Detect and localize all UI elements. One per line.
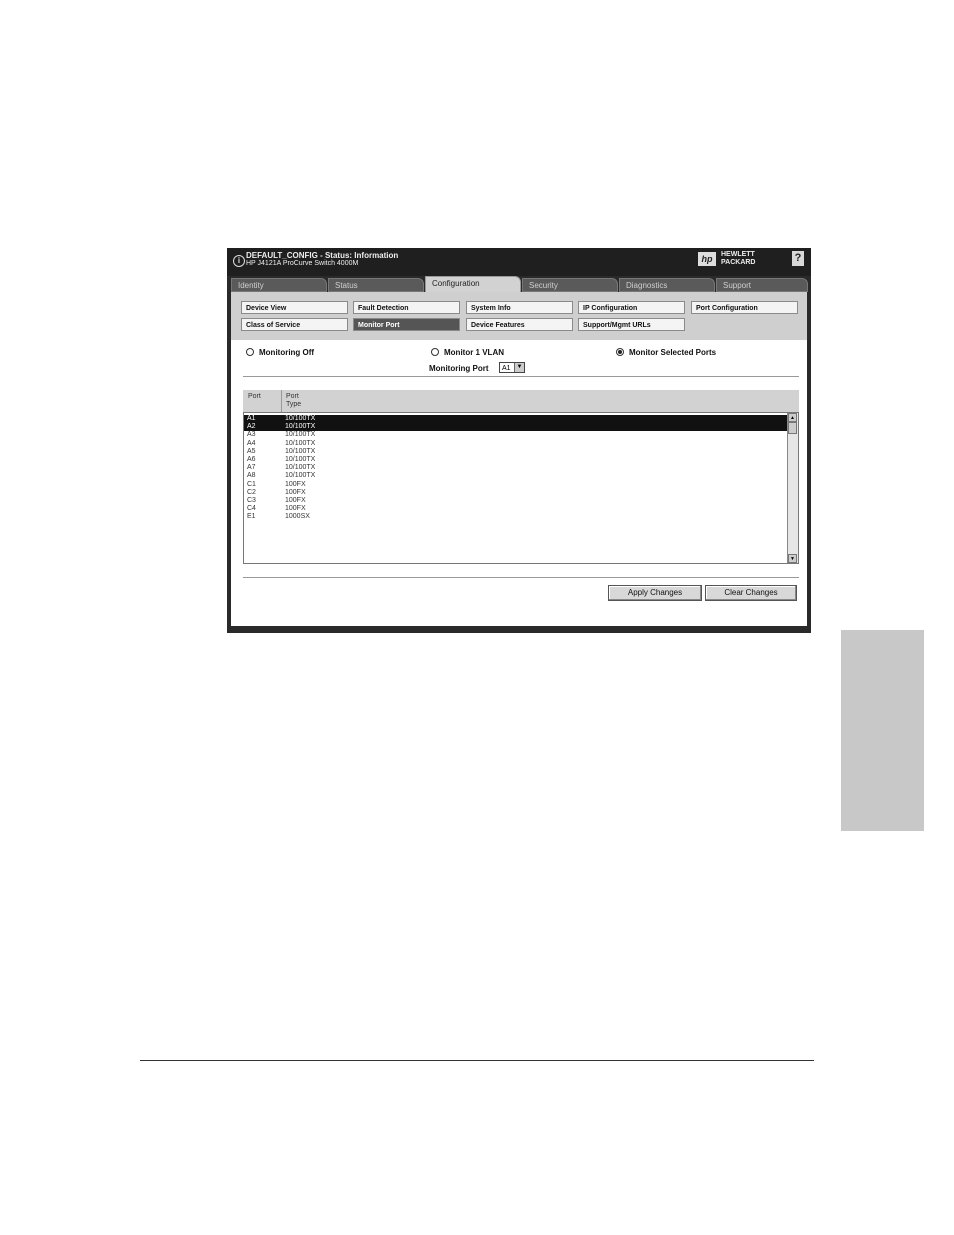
monitor-vlan-label: Monitor 1 VLAN	[444, 348, 504, 357]
column-port-type-line-1: Port	[286, 393, 299, 400]
divider-top	[243, 376, 799, 377]
monitoring-port-value: A1	[502, 365, 511, 372]
port-row-a6[interactable]: A6 10/100TX	[244, 456, 787, 464]
column-port-type: Port Type	[286, 393, 301, 409]
tab-support[interactable]: Support	[716, 278, 808, 292]
column-port-type-line-2: Type	[286, 401, 302, 408]
tab-status[interactable]: Status	[328, 278, 424, 292]
port-id: A1	[247, 415, 256, 422]
port-row-a7[interactable]: A7 10/100TX	[244, 464, 787, 472]
column-divider	[281, 390, 282, 412]
port-type: 1000SX	[285, 513, 310, 521]
apply-changes-button[interactable]: Apply Changes	[608, 585, 702, 601]
info-icon: i	[233, 255, 245, 267]
option-monitoring-off[interactable]: Monitoring Off	[246, 347, 315, 357]
subnav-class-of-service[interactable]: Class of Service	[241, 318, 348, 331]
monitoring-port-label: Monitoring Port	[429, 364, 489, 373]
divider-bottom	[243, 577, 799, 578]
port-id: C1	[247, 480, 256, 488]
tab-security[interactable]: Security	[522, 278, 618, 292]
port-id: C3	[247, 497, 256, 504]
port-id: C2	[247, 488, 256, 496]
monitor-vlan-radio[interactable]	[431, 347, 439, 356]
port-id: A2	[247, 423, 256, 431]
port-type: 10/100TX	[285, 464, 316, 472]
port-id: A3	[247, 431, 256, 439]
port-type: 10/100TX	[285, 447, 316, 455]
subnav-ip-configuration[interactable]: IP Configuration	[578, 301, 685, 314]
monitor-selected-radio[interactable]	[616, 347, 624, 356]
port-type: 100FX	[285, 505, 306, 513]
tab-identity[interactable]: Identity	[231, 278, 327, 292]
brand-line-2: PACKARD	[721, 259, 756, 266]
option-monitor-selected-ports[interactable]: Monitor Selected Ports	[616, 347, 717, 357]
help-icon[interactable]: ?	[792, 251, 804, 266]
monitoring-off-label: Monitoring Off	[259, 348, 315, 357]
tab-configuration[interactable]: Configuration	[425, 276, 521, 293]
tab-diagnostics[interactable]: Diagnostics	[619, 278, 715, 292]
subnav-device-features[interactable]: Device Features	[466, 318, 573, 331]
scroll-down-icon[interactable]: ▼	[788, 554, 797, 563]
port-id: C4	[247, 505, 256, 513]
port-type: 10/100TX	[285, 439, 316, 447]
browser-window: i DEFAULT_CONFIG - Status: Information H…	[227, 248, 811, 633]
port-row-a2[interactable]: A2 10/100TX	[244, 423, 787, 432]
port-row-a1[interactable]: A1 10/100TX	[244, 415, 787, 423]
port-row-a8[interactable]: A8 10/100TX	[244, 472, 787, 480]
main-tabs: Identity Status Configuration Security D…	[231, 276, 809, 293]
list-scrollbar[interactable]: ▲ ▼	[787, 413, 798, 563]
brand-name: HEWLETT PACKARD	[721, 251, 755, 267]
subnav-port-configuration[interactable]: Port Configuration	[691, 301, 798, 314]
port-row-c3[interactable]: C3 100FX	[244, 497, 787, 505]
port-row-a5[interactable]: A5 10/100TX	[244, 448, 787, 456]
port-type: 100FX	[285, 497, 306, 504]
scroll-thumb[interactable]	[788, 422, 797, 434]
config-status-title: DEFAULT_CONFIG - Status: Information	[246, 251, 399, 260]
chevron-down-icon[interactable]: ▼	[514, 363, 524, 372]
port-id: A5	[247, 447, 256, 455]
port-row-c2[interactable]: C2 100FX	[244, 489, 787, 497]
device-model: HP J4121A ProCurve Switch 4000M	[246, 260, 359, 267]
port-id: E1	[247, 513, 256, 521]
brand-line-1: HEWLETT	[721, 251, 755, 258]
port-type: 100FX	[285, 480, 306, 488]
option-monitor-vlan[interactable]: Monitor 1 VLAN	[431, 347, 504, 357]
port-list[interactable]: A1 10/100TX A2 10/100TX A3 10/100TX A4 10/100TX…	[243, 412, 799, 564]
port-row-e1[interactable]: E1 1000SX	[244, 513, 787, 521]
port-row-a3[interactable]: A3 10/100TX	[244, 431, 787, 439]
subnav-support-mgmt-urls[interactable]: Support/Mgmt URLs	[578, 318, 685, 331]
title-bar: i DEFAULT_CONFIG - Status: Information H…	[227, 248, 811, 276]
port-id: A8	[247, 472, 256, 480]
hp-logo-icon: hp	[698, 252, 716, 266]
port-row-c1[interactable]: C1 100FX	[244, 481, 787, 489]
port-type: 100FX	[285, 488, 306, 496]
subnav-system-info[interactable]: System Info	[466, 301, 573, 314]
scroll-up-icon[interactable]: ▲	[788, 413, 797, 422]
page-bottom-rule	[140, 1060, 814, 1061]
subnav-monitor-port[interactable]: Monitor Port	[353, 318, 460, 331]
port-table-header: Port Port Type	[243, 390, 799, 412]
clear-changes-button[interactable]: Clear Changes	[705, 585, 797, 601]
port-id: A4	[247, 439, 256, 447]
port-type: 10/100TX	[285, 423, 316, 431]
port-id: A7	[247, 464, 256, 472]
port-type: 10/100TX	[285, 431, 316, 439]
subnav-device-view[interactable]: Device View	[241, 301, 348, 314]
monitoring-port-select[interactable]: A1 ▼	[499, 362, 525, 373]
port-row-c4[interactable]: C4 100FX	[244, 505, 787, 513]
monitor-selected-label: Monitor Selected Ports	[629, 348, 717, 357]
column-port: Port	[248, 393, 261, 400]
monitoring-off-radio[interactable]	[246, 347, 254, 356]
config-subnav: Device View Fault Detection System Info …	[231, 292, 807, 340]
port-type: 10/100TX	[285, 456, 316, 463]
port-id: A6	[247, 456, 256, 463]
port-type: 10/100TX	[285, 415, 316, 422]
configuration-panel: Device View Fault Detection System Info …	[231, 292, 807, 626]
port-type: 10/100TX	[285, 472, 316, 480]
port-row-a4[interactable]: A4 10/100TX	[244, 440, 787, 448]
subnav-fault-detection[interactable]: Fault Detection	[353, 301, 460, 314]
chapter-edge-tab	[841, 630, 924, 831]
